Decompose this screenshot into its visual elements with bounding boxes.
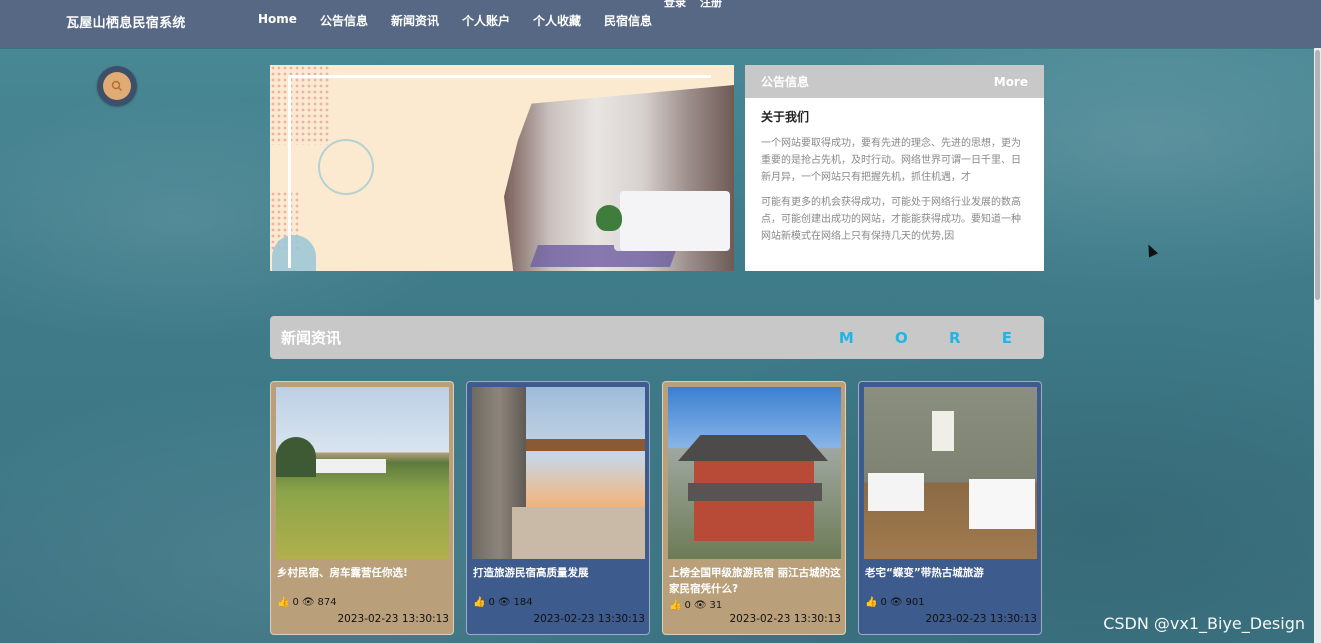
news-card-date: 2023-02-23 13:30:13 xyxy=(925,613,1037,625)
announcement-paragraph: 可能有更多的机会获得成功，可能处于网络行业发展的数高点，可能创建出成功的网站，才… xyxy=(761,197,1021,242)
news-card-caption: 上榜全国甲级旅游民宿 丽江古城的这家民宿凭什么? xyxy=(669,567,841,595)
page-scrollbar[interactable] xyxy=(1314,48,1321,643)
eye-icon: 👁 xyxy=(301,597,315,608)
news-section-title: 新闻资讯 xyxy=(281,329,342,347)
image-trees xyxy=(276,437,316,477)
news-card-caption: 打造旅游民宿高质量发展 xyxy=(473,567,589,579)
thumb-up-icon[interactable]: 👍 xyxy=(473,597,485,608)
view-count: 901 xyxy=(905,597,925,608)
news-card[interactable]: 上榜全国甲级旅游民宿 丽江古城的这家民宿凭什么? 👍 0 👁 31 2023-0… xyxy=(662,381,846,635)
news-card[interactable]: 乡村民宿、房车露营任你选! 👍 0 👁 874 2023-02-23 13:30… xyxy=(270,381,454,635)
news-card-stats: 👍 0 👁 31 xyxy=(669,600,722,611)
news-card-list: 乡村民宿、房车露营任你选! 👍 0 👁 874 2023-02-23 13:30… xyxy=(270,381,1044,637)
news-more-link[interactable]: M O R E xyxy=(839,329,1030,347)
news-card-stats: 👍 0 👁 184 xyxy=(473,597,533,608)
view-count: 31 xyxy=(709,600,723,611)
site-brand[interactable]: 瓦屋山栖息民宿系统 xyxy=(66,12,186,31)
login-link[interactable]: 登录 xyxy=(664,0,686,10)
news-card-date: 2023-02-23 13:30:13 xyxy=(337,613,449,625)
view-count: 874 xyxy=(317,597,337,608)
image-roof xyxy=(678,435,828,461)
announcement-title[interactable]: 关于我们 xyxy=(761,108,1028,125)
search-button-inner xyxy=(103,72,131,100)
news-card-image xyxy=(276,387,449,559)
nav-item-announcements[interactable]: 公告信息 xyxy=(320,12,368,29)
announcement-header: 公告信息 More xyxy=(745,65,1044,98)
image-wall-scroll xyxy=(932,411,954,451)
hero-banner[interactable] xyxy=(270,65,734,271)
like-count: 0 xyxy=(488,597,495,608)
top-navbar: 瓦屋山栖息民宿系统 Home 公告信息 新闻资讯 个人账户 个人收藏 民宿信息 … xyxy=(0,0,1321,48)
eye-icon: 👁 xyxy=(889,597,903,608)
nav-item-home[interactable]: Home xyxy=(258,12,297,29)
thumb-up-icon[interactable]: 👍 xyxy=(277,597,289,608)
announcement-body: 关于我们 一个网站要取得成功，要有先进的理念、先进的思想，更为重要的是抢占先机，… xyxy=(745,98,1044,271)
announcement-paragraph: 一个网站要取得成功，要有先进的理念、先进的思想，更为重要的是抢占先机，及时行动。… xyxy=(761,138,1021,183)
search-icon xyxy=(111,80,122,91)
news-card-image xyxy=(472,387,645,559)
news-card-date: 2023-02-23 13:30:13 xyxy=(729,613,841,625)
like-count: 0 xyxy=(880,597,887,608)
image-roof xyxy=(526,439,645,451)
eye-icon: 👁 xyxy=(497,597,511,608)
banner-plant xyxy=(596,205,622,231)
announcement-more-link[interactable]: More xyxy=(994,75,1028,89)
news-card-caption: 老宅“蝶变”带热古城旅游 xyxy=(865,567,984,579)
thumb-up-icon[interactable]: 👍 xyxy=(865,597,877,608)
scrollbar-thumb[interactable] xyxy=(1315,50,1320,300)
view-count: 184 xyxy=(513,597,533,608)
like-count: 0 xyxy=(684,600,691,611)
register-link[interactable]: 注册 xyxy=(700,0,722,10)
image-bed-left xyxy=(868,473,924,511)
news-card-stats: 👍 0 👁 901 xyxy=(865,597,925,608)
auth-links: 登录 注册 xyxy=(664,0,722,10)
image-building xyxy=(694,461,814,541)
news-section-header: 新闻资讯 M O R E xyxy=(270,316,1044,359)
image-deck xyxy=(512,507,645,559)
nav-item-news[interactable]: 新闻资讯 xyxy=(391,12,439,29)
news-card-stats: 👍 0 👁 874 xyxy=(277,597,337,608)
image-bed-right xyxy=(969,479,1035,529)
news-card-date: 2023-02-23 13:30:13 xyxy=(533,613,645,625)
nav-item-homestays[interactable]: 民宿信息 xyxy=(604,12,652,29)
news-card[interactable]: 老宅“蝶变”带热古城旅游 👍 0 👁 901 2023-02-23 13:30:… xyxy=(858,381,1042,635)
news-card[interactable]: 打造旅游民宿高质量发展 👍 0 👁 184 2023-02-23 13:30:1… xyxy=(466,381,650,635)
mouse-cursor xyxy=(1143,242,1159,258)
eye-icon: 👁 xyxy=(693,600,707,611)
nav-links: Home 公告信息 新闻资讯 个人账户 个人收藏 民宿信息 xyxy=(258,12,675,29)
search-button[interactable] xyxy=(97,66,137,106)
banner-bed xyxy=(620,191,730,251)
news-card-caption: 乡村民宿、房车露营任你选! xyxy=(277,567,408,579)
image-house xyxy=(316,459,386,473)
announcement-header-title: 公告信息 xyxy=(761,75,810,89)
news-card-image xyxy=(668,387,841,559)
thumb-up-icon[interactable]: 👍 xyxy=(669,600,681,611)
nav-item-account[interactable]: 个人账户 xyxy=(462,12,510,29)
nav-item-favorites[interactable]: 个人收藏 xyxy=(533,12,581,29)
like-count: 0 xyxy=(292,597,299,608)
announcement-panel: 公告信息 More 关于我们 一个网站要取得成功，要有先进的理念、先进的思想，更… xyxy=(745,65,1044,271)
news-card-image xyxy=(864,387,1037,559)
image-lower-roof xyxy=(688,483,822,501)
watermark: CSDN @vx1_Biye_Design xyxy=(1103,614,1305,633)
